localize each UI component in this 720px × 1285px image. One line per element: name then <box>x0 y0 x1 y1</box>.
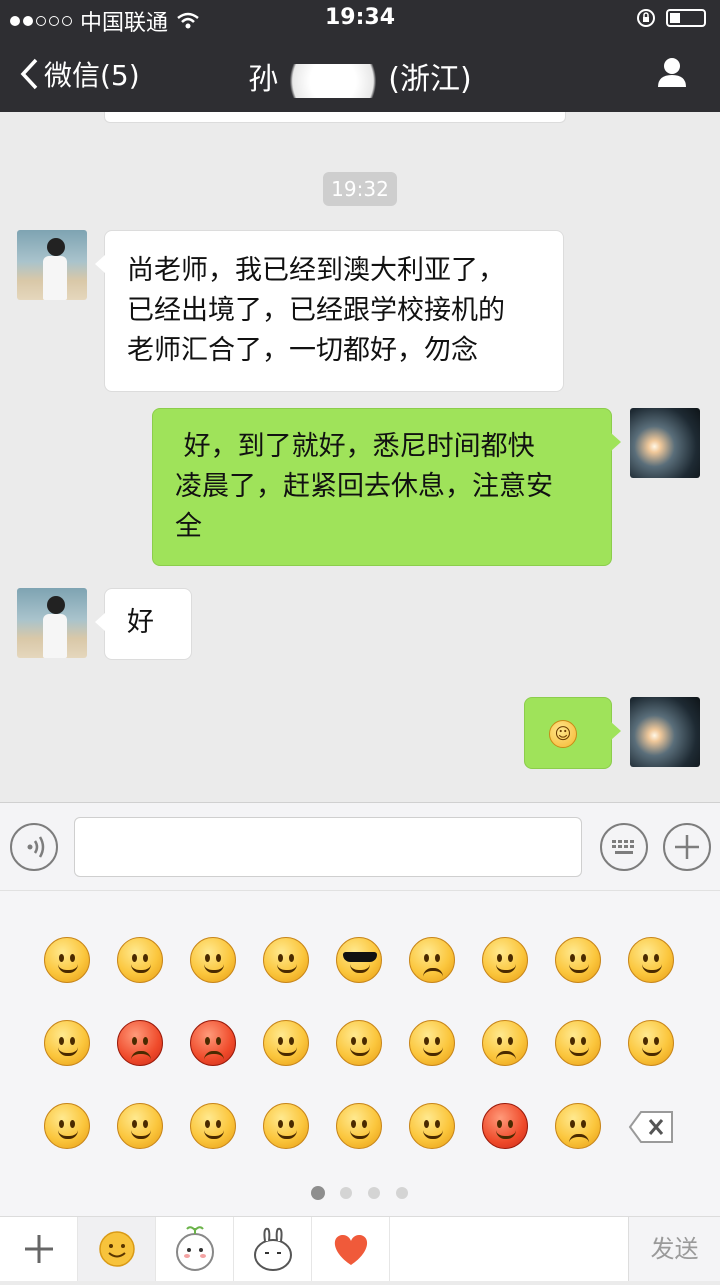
tab-emoji[interactable] <box>78 1217 156 1281</box>
page-indicator-dot <box>368 1187 380 1199</box>
page-indicator-dot <box>311 1186 325 1200</box>
blush-emoji-icon[interactable] <box>555 1020 601 1066</box>
frightened-emoji-icon[interactable] <box>482 1103 528 1149</box>
tongue-emoji-icon[interactable] <box>263 1020 309 1066</box>
tab-sticker-pack-1[interactable] <box>156 1217 234 1281</box>
tab-favorites[interactable] <box>312 1217 390 1281</box>
smile-emoji-icon[interactable] <box>44 937 90 983</box>
plus-icon <box>675 835 699 859</box>
delete-button[interactable] <box>628 1110 674 1144</box>
message-input[interactable] <box>74 817 582 877</box>
shy-emoji-icon[interactable] <box>482 937 528 983</box>
friend-avatar[interactable] <box>17 588 87 658</box>
chat-history[interactable]: 19:32 尚老师，我已经到澳大利亚了， 已经出境了，已经跟学校接机的 老师汇合… <box>0 112 720 802</box>
message-bubble-mine[interactable]: 好，到了就好，悉尼时间都快 凌晨了，赶紧回去休息，注意安 全 <box>152 408 621 566</box>
my-avatar[interactable] <box>630 408 700 478</box>
navigation-bar: 微信(5) 孙 (浙江) <box>0 36 720 112</box>
speechless-emoji-icon[interactable] <box>409 1103 455 1149</box>
cool-emoji-icon[interactable] <box>336 937 382 983</box>
plus-icon <box>25 1235 53 1263</box>
smile-blush-emoji-icon[interactable] <box>190 1103 236 1149</box>
keyboard-icon <box>612 840 634 854</box>
clock: 19:34 <box>324 5 396 30</box>
scream-emoji-icon[interactable] <box>628 1020 674 1066</box>
send-button[interactable]: 发送 <box>628 1217 720 1281</box>
add-sticker-button[interactable] <box>0 1217 78 1281</box>
more-options-button[interactable] <box>663 823 711 871</box>
friend-avatar[interactable] <box>17 230 87 300</box>
yawn-emoji-icon[interactable] <box>117 1103 163 1149</box>
heart-eyes-emoji-icon[interactable] <box>190 937 236 983</box>
cry-emoji-icon[interactable] <box>409 937 455 983</box>
message-bubble-friend[interactable]: 尚老师，我已经到澳大利亚了， 已经出境了，已经跟学校接机的 老师汇合了，一切都好… <box>95 230 564 392</box>
voice-icon <box>27 836 45 858</box>
my-avatar[interactable] <box>630 697 700 767</box>
heart-icon <box>334 1235 368 1265</box>
confused-emoji-icon[interactable] <box>263 1103 309 1149</box>
keyboard-toggle-button[interactable] <box>600 823 648 871</box>
tears-of-joy-emoji-icon[interactable] <box>44 1020 90 1066</box>
rotation-lock-icon <box>637 9 655 27</box>
contact-info-button[interactable] <box>656 56 688 92</box>
tears-emoji-icon[interactable] <box>555 1103 601 1149</box>
voice-input-button[interactable] <box>10 823 58 871</box>
sprout-sticker-icon <box>176 1226 214 1271</box>
person-icon <box>658 58 686 87</box>
sticker-tab-bar: 发送 <box>0 1216 720 1281</box>
redacted-name <box>278 63 389 98</box>
tab-sticker-pack-2[interactable] <box>234 1217 312 1281</box>
input-bar <box>0 802 720 891</box>
previous-message-bubble <box>104 112 566 123</box>
page-indicator-dot <box>396 1187 408 1199</box>
battery-icon <box>666 9 706 27</box>
awkward-emoji-icon[interactable] <box>117 937 163 983</box>
doubt-emoji-icon[interactable] <box>336 1103 382 1149</box>
surprised-emoji-icon[interactable] <box>409 1020 455 1066</box>
frown-emoji-icon[interactable] <box>482 1020 528 1066</box>
furious-emoji-icon[interactable] <box>190 1020 236 1066</box>
backspace-icon <box>628 1111 673 1143</box>
nauseous-emoji-icon[interactable] <box>44 1103 90 1149</box>
glare-emoji-icon[interactable] <box>263 937 309 983</box>
message-timestamp: 19:32 <box>323 172 397 206</box>
message-bubble-friend[interactable]: 好 <box>95 588 192 660</box>
sleep-emoji-icon[interactable] <box>628 937 674 983</box>
page-indicator-dot <box>340 1187 352 1199</box>
chat-title: 孙 (浙江) <box>248 62 472 98</box>
grin-emoji-icon[interactable] <box>336 1020 382 1066</box>
smile-emoji-icon: ☺ <box>549 720 577 748</box>
message-bubble-mine[interactable]: ☺ <box>524 697 621 769</box>
smile-icon <box>99 1231 135 1267</box>
angry-red-emoji-icon[interactable] <box>117 1020 163 1066</box>
shut-up-emoji-icon[interactable] <box>555 937 601 983</box>
status-bar: 中国联通 19:34 <box>0 0 720 36</box>
rabbit-sticker-icon <box>254 1227 292 1271</box>
